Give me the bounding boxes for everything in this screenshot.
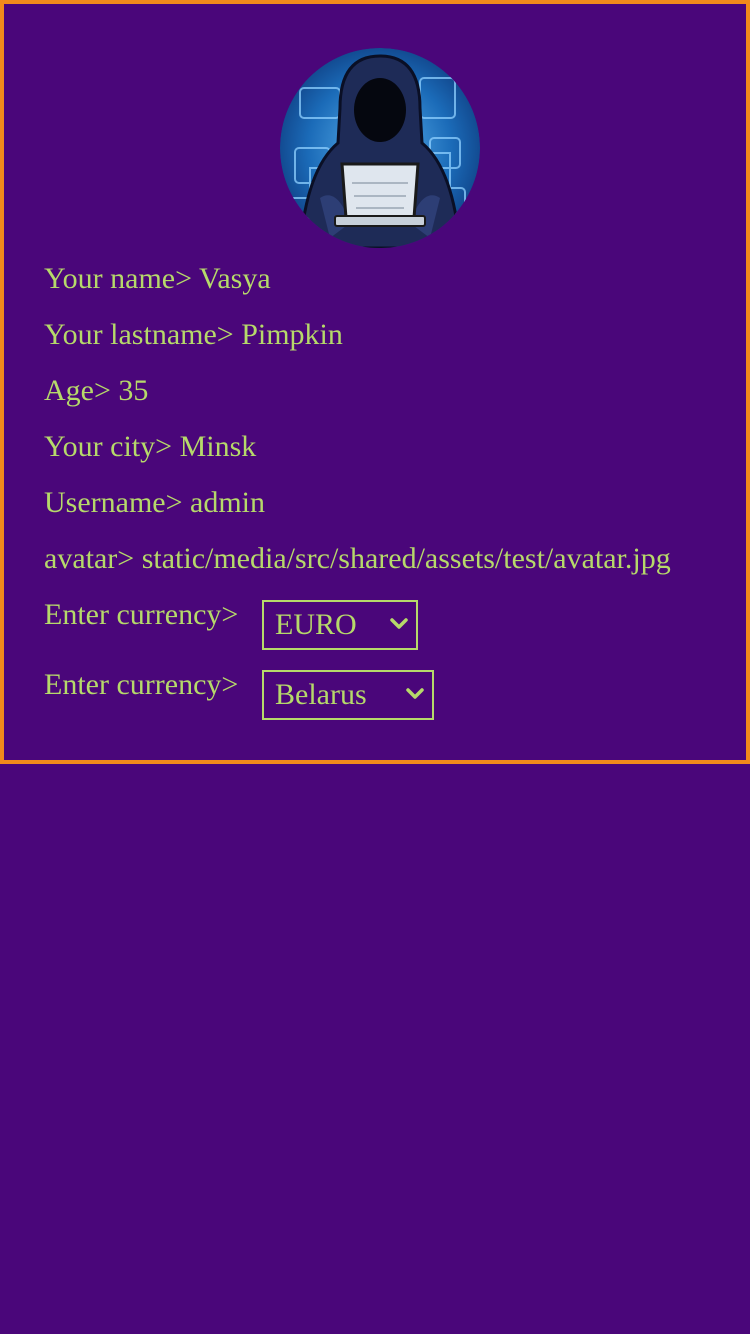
avatar-path-value: static/media/src/shared/assets/test/avat… [141,542,671,575]
chevron-down-icon [406,688,424,699]
city-label: Your city> [44,430,173,463]
currency-select-value: EURO [275,608,357,641]
avatar-path-label: avatar> [44,542,135,575]
hooded-hacker-avatar-icon [280,48,480,248]
lastname-value: Pimpkin [241,318,343,351]
country-select-value: Belarus [275,678,367,711]
country-select[interactable]: Belarus [262,670,434,720]
age-value: 35 [118,374,149,407]
profile-card: Your name> Vasya Your lastname> Pimpkin … [0,0,750,764]
lastname-row: Your lastname> Pimpkin [44,317,706,353]
name-row: Your name> Vasya [44,261,706,297]
chevron-down-icon [390,618,408,629]
lastname-label: Your lastname> [44,318,234,351]
username-value: admin [190,486,266,519]
age-row: Age> 35 [44,373,706,409]
name-label: Your name> [44,262,193,295]
username-row: Username> admin [44,485,706,521]
name-value: Vasya [199,262,271,295]
age-label: Age> [44,374,111,407]
city-row: Your city> Minsk [44,429,706,465]
avatar-path-row: avatar> static/media/src/shared/assets/t… [44,541,706,577]
avatar [280,48,480,248]
city-value: Minsk [179,430,257,463]
currency-select[interactable]: EURO [262,600,418,650]
username-label: Username> [44,486,183,519]
